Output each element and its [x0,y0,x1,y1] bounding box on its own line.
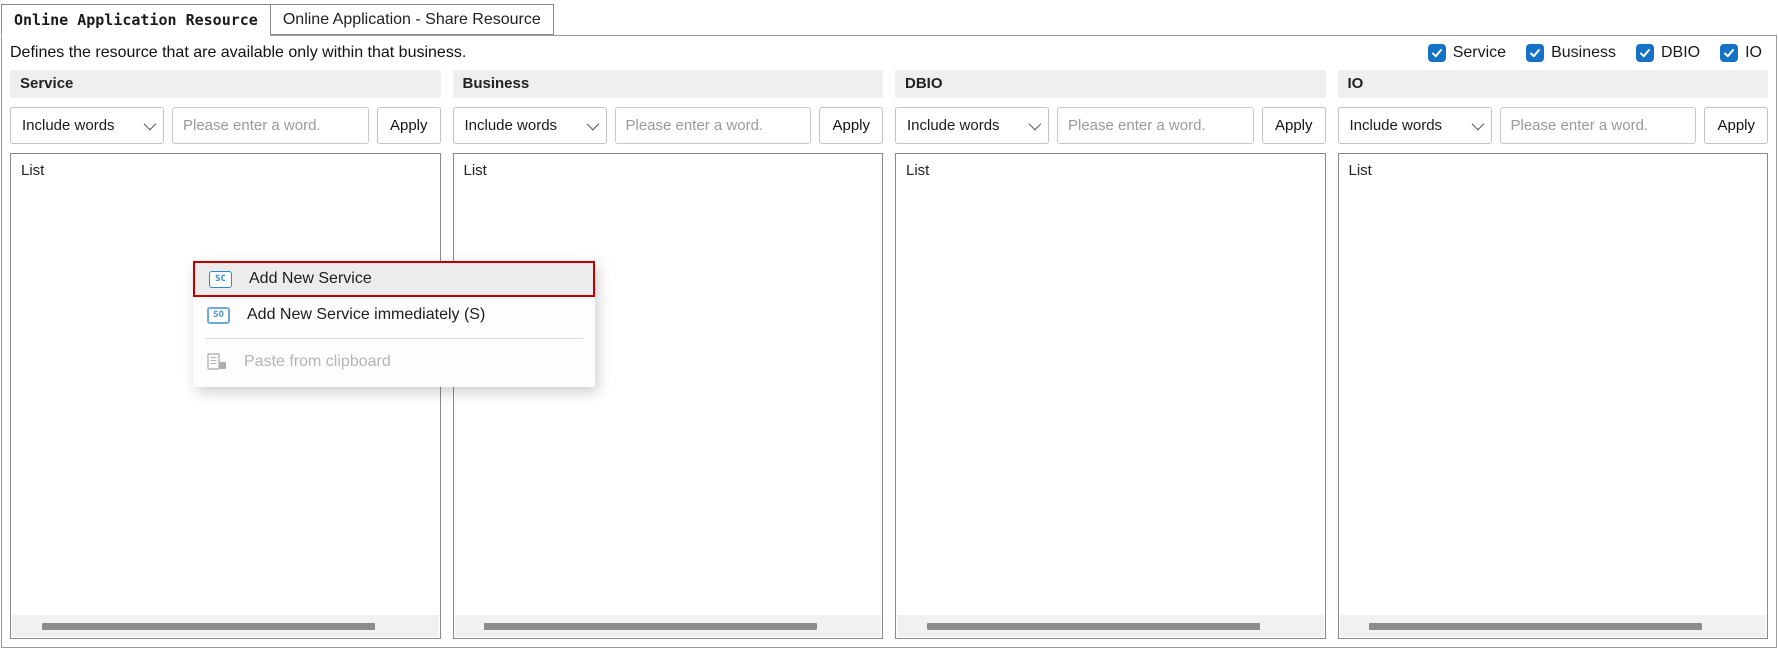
scrollbar-thumb[interactable] [926,623,1260,630]
dbio-list-panel[interactable]: List [895,153,1326,639]
include-words-dropdown[interactable]: Include words [452,107,607,144]
menu-item-add-new-service[interactable]: SC Add New Service [193,261,595,297]
menu-item-label: Add New Service [249,270,372,287]
tab-online-application-resource[interactable]: Online Application Resource [1,4,271,36]
business-list-panel[interactable]: List [452,153,883,639]
horizontal-scrollbar[interactable] [454,615,881,637]
toggle-label: Business [1551,44,1616,61]
word-search-input[interactable] [172,107,369,144]
column-io: IO Include words Apply List [1337,70,1768,639]
list-label: List [1348,162,1372,179]
include-words-dropdown[interactable]: Include words [895,107,1049,144]
chevron-down-icon [1028,117,1042,131]
menu-item-label: Paste from clipboard [244,353,391,370]
toggle-io[interactable]: IO [1720,44,1762,62]
toggle-service[interactable]: Service [1427,44,1507,62]
menu-item-add-new-service-immediately[interactable]: SO Add New Service immediately (S) [193,297,595,333]
chevron-down-icon [1471,117,1484,131]
menu-item-label: Add New Service immediately (S) [247,306,486,323]
dropdown-value: Include words [1349,117,1443,134]
menu-separator [205,338,583,339]
include-words-dropdown[interactable]: Include words [1337,107,1492,144]
include-words-dropdown[interactable]: Include words [10,107,164,144]
filter-row: Include words Apply [895,107,1326,144]
apply-button[interactable]: Apply [376,107,441,144]
checkbox-checked-icon[interactable] [1720,44,1739,62]
tab-online-application-share-resource[interactable]: Online Application - Share Resource [270,4,554,35]
dropdown-value: Include words [22,117,115,134]
checkbox-checked-icon[interactable] [1526,44,1545,62]
column-title: Business [452,70,883,98]
chevron-down-icon [586,117,599,131]
apply-button[interactable]: Apply [1261,107,1326,144]
subheader-row: Defines the resource that are available … [2,36,1776,68]
service-list-panel[interactable]: List [10,153,441,639]
horizontal-scrollbar[interactable] [12,615,439,637]
tab-label: Online Application - Share Resource [282,10,541,28]
checkbox-checked-icon[interactable] [1635,44,1654,62]
column-dbio: DBIO Include words Apply List [895,70,1326,639]
column-visibility-toggles: Service Business DBIO IO [1427,44,1766,62]
menu-item-paste-from-clipboard[interactable]: Paste from clipboard [193,344,595,380]
dropdown-value: Include words [464,117,558,134]
tab-bar: Online Application Resource Online Appli… [1,4,1777,36]
column-title: Service [10,70,441,98]
scrollbar-thumb[interactable] [1369,623,1702,630]
page-description: Defines the resource that are available … [10,44,467,61]
toggle-dbio[interactable]: DBIO [1635,44,1701,62]
scrollbar-thumb[interactable] [484,623,817,630]
scrollbar-thumb[interactable] [41,623,375,630]
io-list-panel[interactable]: List [1337,153,1768,639]
apply-button[interactable]: Apply [1704,107,1768,144]
word-search-input[interactable] [1057,107,1254,144]
so-badge-icon: SO [207,306,230,324]
list-label: List [21,162,45,179]
horizontal-scrollbar[interactable] [1339,615,1766,637]
list-label: List [906,162,930,179]
filter-row: Include words Apply [1337,107,1768,144]
toggle-business[interactable]: Business [1526,44,1616,62]
filter-row: Include words Apply [10,107,441,144]
toggle-label: IO [1745,44,1762,61]
app-window: Online Application Resource Online Appli… [0,0,1778,650]
sc-badge-icon: SC [209,270,232,288]
context-menu: SC Add New Service SO Add New Service im… [193,261,595,387]
tab-label: Online Application Resource [14,11,258,29]
horizontal-scrollbar[interactable] [897,615,1324,637]
word-search-input[interactable] [1499,107,1697,144]
word-search-input[interactable] [614,107,812,144]
chevron-down-icon [143,117,157,131]
dropdown-value: Include words [907,117,1000,134]
column-title: DBIO [895,70,1326,98]
clipboard-icon [207,353,227,371]
apply-button[interactable]: Apply [819,107,883,144]
list-label: List [463,162,487,179]
filter-row: Include words Apply [452,107,883,144]
toggle-label: Service [1452,44,1507,61]
toggle-label: DBIO [1660,44,1701,61]
checkbox-checked-icon[interactable] [1427,44,1446,62]
column-title: IO [1337,70,1768,98]
